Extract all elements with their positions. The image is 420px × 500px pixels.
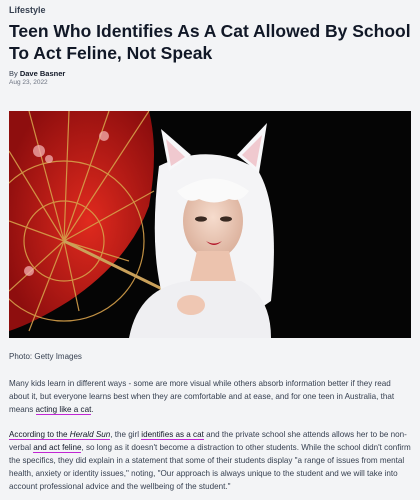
byline: By Dave Basner xyxy=(9,69,65,78)
photo-illustration xyxy=(9,111,411,338)
article-photo xyxy=(9,111,411,338)
link-acting-like-a-cat[interactable]: acting like a cat xyxy=(35,405,92,416)
link-act-feline[interactable]: and act feline xyxy=(33,443,82,454)
link-herald-sun-title: Herald Sun xyxy=(69,430,111,439)
photo-caption: Photo: Getty Images xyxy=(9,352,82,361)
link-herald-sun[interactable]: According to the Herald Sun xyxy=(9,430,111,440)
category-label[interactable]: Lifestyle xyxy=(9,5,46,15)
para2-text-1: , the girl xyxy=(110,430,142,439)
para1-end: . xyxy=(91,405,94,415)
paragraph-1: Many kids learn in different ways - some… xyxy=(9,377,411,416)
link-identifies-as-a-cat[interactable]: identifies as a cat xyxy=(141,430,204,440)
byline-prefix: By xyxy=(9,69,20,78)
publish-date: Aug 23, 2022 xyxy=(9,79,48,86)
author-name[interactable]: Dave Basner xyxy=(20,69,65,78)
link-herald-sun-prefix: According to the xyxy=(9,430,70,439)
headline: Teen Who Identifies As A Cat Allowed By … xyxy=(9,21,411,63)
paragraph-2: According to the Herald Sun, the girl id… xyxy=(9,428,411,493)
article-page: Lifestyle Teen Who Identifies As A Cat A… xyxy=(0,0,420,500)
